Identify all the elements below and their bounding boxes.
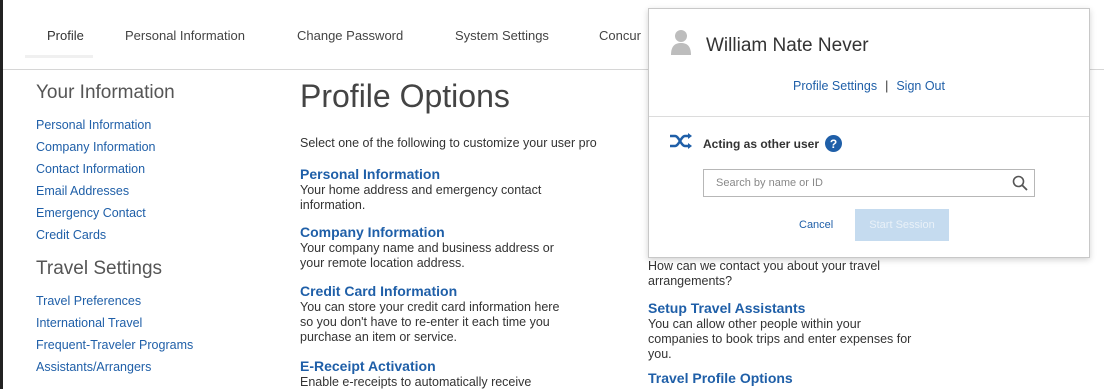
user-search-input[interactable] [704,170,1004,196]
acting-as-other-user-row: Acting as other user ? [669,133,843,154]
user-avatar-icon [671,29,691,55]
option-title-credit-card-information[interactable]: Credit Card Information [300,283,620,300]
sidebar-item-assistants-arrangers[interactable]: Assistants/Arrangers [36,356,276,378]
popup-header: William Nate Never Profile Settings | Sign… [649,9,1089,117]
sidebar: Your Information Personal Information Co… [36,82,276,378]
option-desc-line: arrangements? [648,274,733,288]
option-credit-card-information: Credit Card Information You can store yo… [300,283,620,345]
option-desc-line: information. [300,198,366,212]
profile-links: Profile Settings | Sign Out [649,79,1089,93]
option-e-receipt-activation: E-Receipt Activation Enable e-receipts t… [300,358,620,389]
sidebar-item-international-travel[interactable]: International Travel [36,312,276,334]
option-desc-line: so you don't have to re-enter it each ti… [300,315,550,329]
sidebar-item-frequent-traveler-programs[interactable]: Frequent-Traveler Programs [36,334,276,356]
option-desc-line: you. [648,347,672,361]
search-icon[interactable] [1012,175,1028,191]
sidebar-item-contact-information[interactable]: Contact Information [36,158,276,180]
tab-system-settings[interactable]: System Settings [455,28,549,43]
user-name: William Nate Never [706,35,869,56]
help-icon[interactable]: ? [825,135,843,152]
option-desc-line: How can we contact you about your travel [648,259,881,273]
tab-active-indicator [25,55,93,58]
option-desc-line: companies to book trips and enter expens… [648,332,912,346]
option-travel-profile-options: Travel Profile Options [648,370,968,387]
option-title-travel-profile-options[interactable]: Travel Profile Options [648,370,968,387]
option-desc-line: Enable e-receipts to automatically recei… [300,375,532,389]
option-title-setup-travel-assistants[interactable]: Setup Travel Assistants [648,300,968,317]
option-title-company-information[interactable]: Company Information [300,224,620,241]
cancel-link[interactable]: Cancel [799,219,833,231]
option-desc-line: You can store your credit card informati… [300,300,560,314]
option-setup-travel-assistants: Setup Travel Assistants You can allow ot… [648,300,968,362]
user-search-field [703,169,1035,197]
link-separator: | [885,79,889,93]
tab-concur[interactable]: Concur [599,28,641,43]
travel-settings-heading: Travel Settings [36,258,163,279]
tab-personal-information[interactable]: Personal Information [125,28,245,43]
option-title-e-receipt-activation[interactable]: E-Receipt Activation [300,358,620,375]
option-contact-preferences: How can we contact you about your travel… [648,259,968,289]
option-desc-line: your remote location address. [300,256,465,270]
user-menu-popup: William Nate Never Profile Settings | Sign… [648,8,1090,258]
sidebar-item-emergency-contact[interactable]: Emergency Contact [36,202,276,224]
profile-settings-link[interactable]: Profile Settings [793,79,877,93]
option-title-personal-information[interactable]: Personal Information [300,166,620,183]
sidebar-item-travel-preferences[interactable]: Travel Preferences [36,290,276,312]
option-personal-information: Personal Information Your home address a… [300,166,620,213]
sidebar-item-email-addresses[interactable]: Email Addresses [36,180,276,202]
option-desc-line: purchase an item or service. [300,330,458,344]
option-desc-line: You can allow other people within your [648,317,861,331]
sidebar-item-personal-information[interactable]: Personal Information [36,114,276,136]
intro-text: Select one of the following to customize… [300,136,597,150]
option-desc-line: Your home address and emergency contact [300,183,542,197]
tab-profile[interactable]: Profile [47,28,84,43]
main-content: Profile Options Select one of the follow… [300,78,660,389]
option-desc-line: Your company name and business address o… [300,241,554,255]
shuffle-icon [669,133,693,154]
sign-out-link[interactable]: Sign Out [896,79,945,93]
option-company-information: Company Information Your company name an… [300,224,620,271]
acting-as-other-user-label: Acting as other user [703,136,820,151]
sidebar-item-company-information[interactable]: Company Information [36,136,276,158]
page-title: Profile Options [300,78,510,114]
start-session-button[interactable]: Start Session [855,209,949,241]
sidebar-item-credit-cards[interactable]: Credit Cards [36,224,276,246]
tab-change-password[interactable]: Change Password [297,28,403,43]
your-information-heading: Your Information [36,82,175,103]
